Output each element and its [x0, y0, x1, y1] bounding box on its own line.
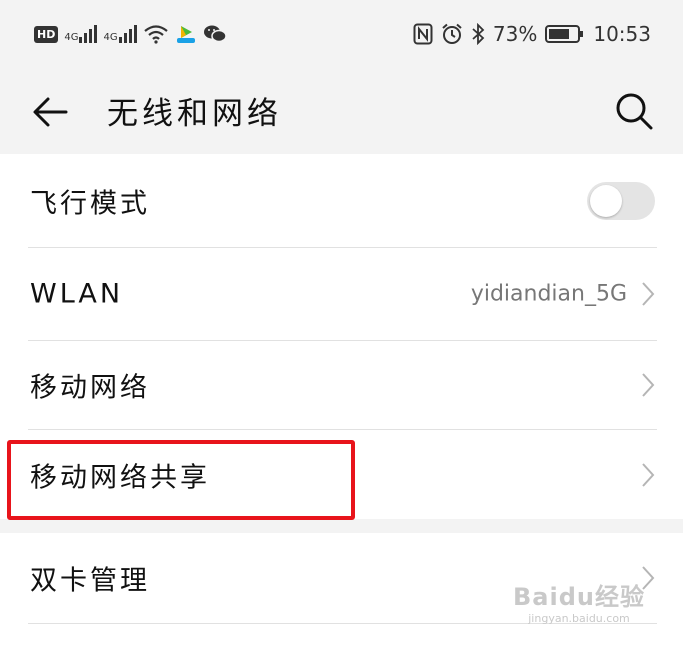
sim2-network-type: 4G: [103, 32, 118, 43]
back-arrow-icon[interactable]: [28, 90, 72, 134]
wlan-row[interactable]: WLAN yidiandian_5G: [28, 248, 657, 341]
sim1-signal: 4G: [64, 25, 98, 43]
watermark-url: jingyan.baidu.com: [528, 612, 630, 625]
tethering-row[interactable]: 移动网络共享: [28, 430, 657, 519]
sim2-signal: 4G: [103, 25, 137, 43]
hd-badge: HD: [34, 25, 59, 43]
status-bar: HD 4G 4G 73% 10:53: [0, 0, 683, 70]
baidu-watermark: Baidu经验 jingyan.baidu.com: [513, 577, 645, 625]
battery-percent: 73%: [492, 22, 538, 46]
dual-sim-label: 双卡管理: [30, 565, 150, 597]
wifi-icon: [143, 25, 168, 44]
alarm-icon: [442, 23, 462, 44]
airplane-mode-toggle[interactable]: [587, 182, 655, 220]
section-divider: [0, 519, 683, 533]
mobile-network-row[interactable]: 移动网络: [28, 341, 657, 430]
chevron-right-icon: [642, 373, 655, 397]
bluetooth-icon: [472, 23, 485, 45]
chevron-right-icon: [642, 282, 655, 306]
settings-list: 飞行模式 WLAN yidiandian_5G 移动网络 移动网络共享 双卡管理: [0, 155, 683, 624]
battery-icon: [545, 25, 584, 43]
status-right-icons: 73% 10:53: [413, 22, 651, 46]
wlan-network-name: yidiandian_5G: [470, 281, 627, 307]
search-icon[interactable]: [613, 90, 655, 132]
status-left-icons: HD 4G 4G: [34, 23, 227, 45]
watermark-logo: Baidu经验: [513, 583, 645, 611]
airplane-mode-row[interactable]: 飞行模式: [28, 155, 657, 248]
chevron-right-icon: [642, 462, 655, 487]
app-icon: [176, 26, 195, 43]
wechat-icon: [203, 25, 227, 43]
wlan-label: WLAN: [30, 278, 124, 310]
signal-bars-icon: [79, 25, 98, 43]
mobile-network-label: 移动网络: [30, 372, 150, 404]
signal-bars-icon: [118, 25, 137, 43]
nfc-icon: [413, 23, 433, 45]
page-title: 无线和网络: [107, 96, 282, 132]
toggle-knob: [590, 185, 622, 217]
app-header: 无线和网络: [0, 70, 683, 154]
clock-time: 10:53: [593, 22, 651, 46]
tethering-label: 移动网络共享: [30, 462, 210, 493]
airplane-mode-label: 飞行模式: [30, 188, 150, 220]
sim1-network-type: 4G: [64, 32, 79, 43]
